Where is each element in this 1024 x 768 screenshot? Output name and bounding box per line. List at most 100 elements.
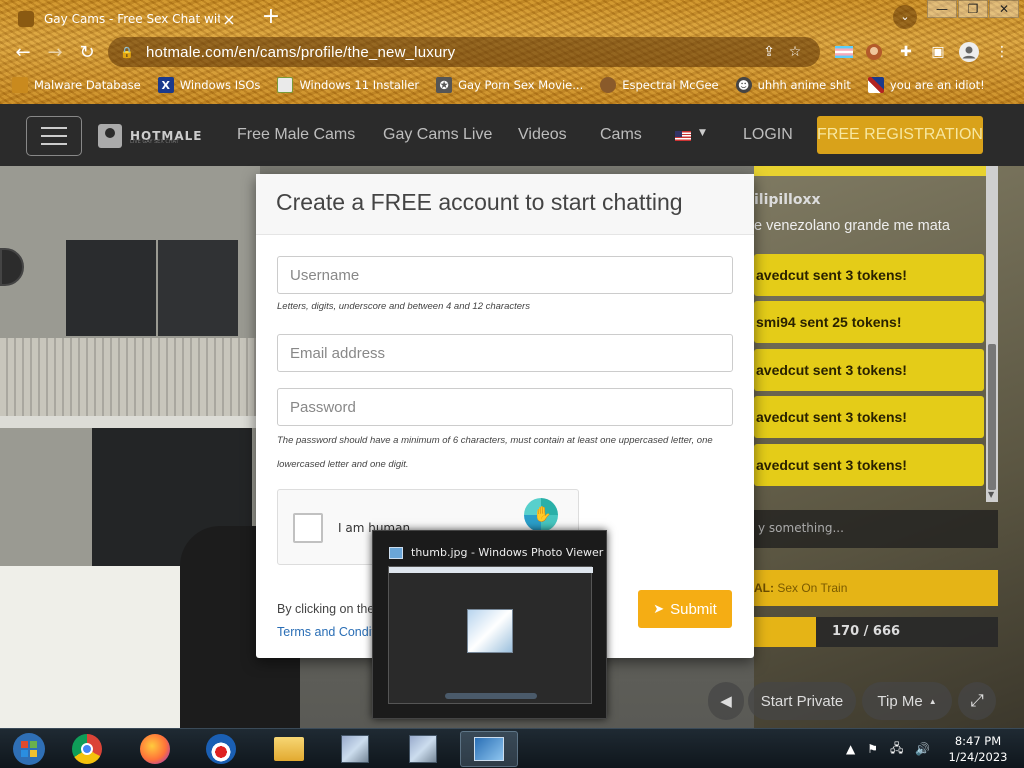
tip-me-label: Tip Me	[877, 692, 923, 710]
submit-label: Submit	[670, 600, 717, 618]
thumbnail-window-preview[interactable]	[388, 566, 593, 704]
preview-image	[467, 609, 513, 653]
bookmark-label: you are an idiot!	[889, 78, 985, 92]
new-tab-button[interactable]: +	[258, 4, 284, 32]
menu-kebab-icon[interactable]: ⋮	[990, 40, 1014, 64]
chat-input[interactable]: y something...	[754, 510, 998, 548]
volume-icon[interactable]: ◀	[708, 682, 744, 720]
extensions-puzzle-icon[interactable]: ✚	[894, 40, 918, 64]
back-icon[interactable]: ←	[8, 37, 38, 67]
firefox-icon	[140, 734, 170, 764]
taskbar-chrome[interactable]	[58, 731, 116, 767]
avatar-extension-icon[interactable]	[862, 40, 886, 64]
action-center-flag-icon[interactable]: ⚑	[867, 742, 878, 756]
browser-tab[interactable]: Gay Cams - Free Sex Chat with S ×	[8, 4, 248, 34]
chat-message: e venezolano grande me mata	[754, 218, 950, 234]
reload-icon[interactable]: ↻	[72, 37, 102, 67]
side-panel-icon[interactable]: ▣	[926, 40, 950, 64]
browser-toolbar: ← → ↻ 🔒 hotmale.com/en/cams/profile/the_…	[0, 36, 1024, 68]
obama-logo-icon	[206, 734, 236, 764]
token-notice: smi94 sent 25 tokens!	[754, 301, 984, 343]
chevron-down-icon[interactable]: ▼	[699, 128, 706, 138]
username-input[interactable]	[277, 256, 733, 294]
fullscreen-icon[interactable]: ⤢	[958, 682, 996, 720]
bookmark-label: Malware Database	[34, 78, 141, 92]
modal-header: Create a FREE account to start chatting	[256, 174, 754, 235]
submit-button[interactable]: ➤ Submit	[638, 590, 732, 628]
bookmark-item[interactable]: ☻ uhhh anime shit	[735, 77, 851, 93]
terms-text: By clicking on the Terms and Condit	[277, 598, 375, 644]
nav-gay-cams-live[interactable]: Gay Cams Live	[383, 126, 492, 144]
email-input[interactable]	[277, 334, 733, 372]
site-logo[interactable]: HOTMALE LIVE GAY SEX CHAT	[98, 124, 203, 148]
password-help: The password should have a minimum of 6 …	[277, 435, 713, 470]
installer-icon	[277, 77, 294, 93]
show-hidden-icons-icon[interactable]: ▲	[846, 742, 855, 756]
close-tab-icon[interactable]: ×	[220, 10, 238, 29]
token-notice: avedcut sent 3 tokens!	[754, 349, 984, 391]
goal-bar: AL: Sex On Train	[754, 570, 998, 606]
bookmark-item[interactable]: Windows 11 Installer	[277, 77, 419, 93]
minimize-icon[interactable]: —	[927, 0, 957, 18]
address-bar[interactable]: 🔒 hotmale.com/en/cams/profile/the_new_lu…	[108, 37, 820, 67]
tab-favicon-icon	[18, 11, 34, 27]
scroll-down-icon[interactable]: ▼	[988, 490, 994, 499]
face-icon	[600, 77, 617, 93]
backsplash-tiles	[0, 338, 260, 422]
hcaptcha-logo-icon	[524, 498, 558, 532]
photo-viewer-icon	[474, 737, 504, 761]
network-icon[interactable]: 🖧	[890, 739, 903, 760]
scrollbar-thumb[interactable]	[988, 344, 996, 490]
progress-text: 170 / 666	[832, 624, 901, 639]
nav-cams[interactable]: Cams	[600, 126, 642, 144]
bookmark-item[interactable]: you are an idiot!	[867, 77, 985, 93]
goal-progress: 170 / 666	[754, 617, 998, 647]
tip-me-button[interactable]: Tip Me ▲	[862, 682, 952, 720]
captcha-checkbox[interactable]	[293, 513, 323, 543]
forward-icon[interactable]: →	[40, 37, 70, 67]
taskbar-thumbnail-preview[interactable]: thumb.jpg - Windows Photo Viewer	[372, 530, 607, 719]
bookmark-star-icon[interactable]: ☆	[782, 44, 808, 60]
taskbar-installer[interactable]	[394, 731, 452, 767]
chat-scrollbar[interactable]: ▼	[986, 166, 998, 502]
tab-search-icon[interactable]: ⌄	[893, 5, 917, 29]
taskbar-photo-viewer[interactable]	[460, 731, 518, 767]
taskbar-clock[interactable]: 8:47 PM 1/24/2023	[946, 733, 1010, 765]
nav-free-male-cams[interactable]: Free Male Cams	[237, 126, 355, 144]
taskbar-obama[interactable]	[192, 731, 250, 767]
taskbar-installer[interactable]	[326, 731, 384, 767]
windows-orb-icon	[13, 733, 45, 765]
close-window-icon[interactable]: ✕	[989, 0, 1019, 18]
start-private-button[interactable]: Start Private	[748, 682, 856, 720]
photo-viewer-icon	[389, 546, 403, 559]
bookmarks-bar: Malware Database X Windows ISOs Windows …	[0, 72, 1024, 98]
windows-taskbar: ▲ ⚑ 🖧 🔊 8:47 PM 1/24/2023	[0, 728, 1024, 768]
profile-icon[interactable]	[957, 40, 981, 64]
flag-icon	[867, 77, 884, 93]
terms-link[interactable]: Terms and Condit	[277, 625, 375, 639]
share-icon[interactable]: ⇪	[756, 44, 782, 60]
volume-tray-icon[interactable]: 🔊	[915, 742, 930, 756]
taskbar-explorer[interactable]	[260, 731, 318, 767]
lock-icon[interactable]: 🔒	[120, 46, 134, 59]
nav-videos[interactable]: Videos	[518, 126, 567, 144]
bookmark-item[interactable]: X Windows ISOs	[157, 77, 260, 93]
start-button[interactable]	[0, 731, 58, 767]
login-link[interactable]: LOGIN	[743, 126, 793, 144]
clock-time: 8:47 PM	[954, 734, 1002, 748]
hamburger-menu-icon[interactable]	[26, 116, 82, 156]
free-registration-button[interactable]: FREE REGISTRATION	[817, 116, 983, 154]
bookmark-item[interactable]: ✪ Gay Porn Sex Movie...	[436, 77, 583, 93]
us-flag-icon[interactable]	[675, 131, 691, 141]
taskbar-firefox[interactable]	[126, 731, 184, 767]
trans-flag-extension-icon[interactable]	[832, 40, 856, 64]
goal-label: AL:	[754, 581, 774, 595]
bookmark-item[interactable]: Malware Database	[12, 77, 141, 93]
bookmark-item[interactable]: Espectral McGee	[600, 77, 719, 93]
url-text: hotmale.com/en/cams/profile/the_new_luxu…	[146, 43, 456, 61]
folder-icon	[274, 737, 304, 761]
bookmark-label: Espectral McGee	[622, 78, 719, 92]
chat-username[interactable]: ilipilloxx	[754, 192, 821, 208]
restore-icon[interactable]: ❐	[958, 0, 988, 18]
password-input[interactable]	[277, 388, 733, 426]
